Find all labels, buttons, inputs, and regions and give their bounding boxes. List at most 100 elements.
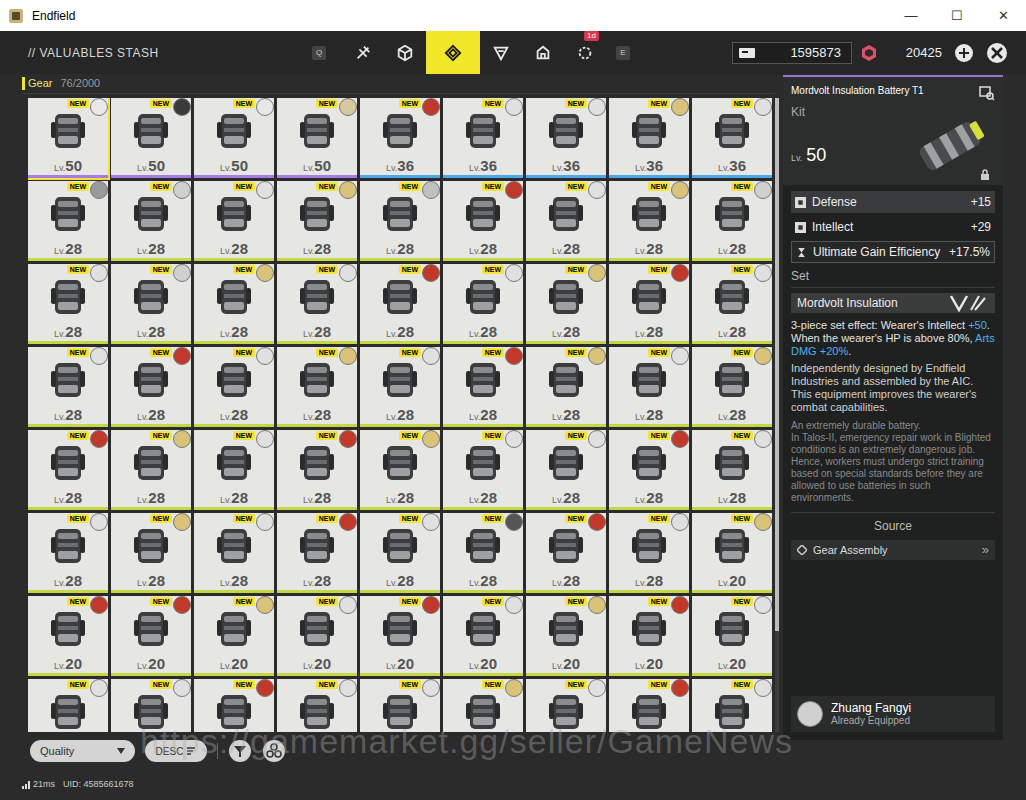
gear-item[interactable]: NEWLv.50 — [28, 98, 108, 178]
gear-item[interactable]: NEWLv.28 — [526, 513, 606, 593]
gear-item[interactable]: NEWLv.28 — [111, 513, 191, 593]
gear-item[interactable]: NEWLv.36 — [360, 98, 440, 178]
gear-item[interactable]: NEWLv.28 — [443, 430, 523, 510]
gear-item[interactable]: NEWLv.36 — [526, 98, 606, 178]
gear-item[interactable]: NEWLv.28 — [360, 264, 440, 344]
gear-item[interactable]: NEWLv.28 — [194, 181, 274, 261]
gear-item[interactable]: NEWLv.28 — [360, 347, 440, 427]
gear-item[interactable]: NEWLv.28 — [28, 513, 108, 593]
gear-item[interactable]: NEWLv.20 — [609, 596, 689, 676]
gear-item[interactable]: NEWLv.28 — [111, 430, 191, 510]
gear-item[interactable]: NEWLv.28 — [443, 181, 523, 261]
gear-item[interactable]: NEWLv.28 — [609, 430, 689, 510]
gear-item[interactable]: NEWLv.20 — [526, 596, 606, 676]
new-badge: NEW — [150, 597, 172, 606]
gear-item[interactable]: NEWLv.20 — [443, 596, 523, 676]
gear-item[interactable]: NEWLv.28 — [609, 264, 689, 344]
order-button[interactable]: DESC — [145, 740, 207, 762]
category-tab[interactable] — [522, 31, 564, 74]
gear-item[interactable]: NEWLv.28 — [28, 430, 108, 510]
gear-item[interactable]: NEW — [360, 679, 440, 732]
window-control[interactable]: ☐ — [934, 0, 980, 31]
gear-item[interactable]: NEWLv.28 — [28, 264, 108, 344]
rarity-stripe — [692, 507, 772, 510]
gear-item[interactable]: NEWLv.28 — [609, 347, 689, 427]
gear-item[interactable]: NEWLv.28 — [111, 181, 191, 261]
gear-item[interactable]: NEWLv.28 — [277, 513, 357, 593]
gear-item[interactable]: NEWLv.28 — [526, 264, 606, 344]
gear-item[interactable]: NEWLv.50 — [194, 98, 274, 178]
gear-item[interactable]: NEW — [609, 679, 689, 732]
gear-item[interactable]: NEWLv.20 — [692, 513, 772, 593]
gear-icon — [375, 189, 425, 239]
character-avatar — [754, 264, 772, 282]
gear-item[interactable]: NEW — [692, 679, 772, 732]
gear-item[interactable]: NEWLv.36 — [443, 98, 523, 178]
gear-item[interactable]: NEWLv.28 — [194, 264, 274, 344]
gear-item[interactable]: NEWLv.28 — [692, 430, 772, 510]
filter-icon[interactable] — [228, 739, 252, 763]
item-level: Lv.28 — [609, 241, 689, 257]
gear-item[interactable]: NEWLv.28 — [692, 264, 772, 344]
gear-item[interactable]: NEWLv.28 — [194, 430, 274, 510]
gear-item[interactable]: NEWLv.28 — [609, 513, 689, 593]
recycle-icon[interactable] — [262, 739, 286, 763]
gear-item[interactable]: NEWLv.28 — [526, 347, 606, 427]
gear-item[interactable]: NEW — [526, 679, 606, 732]
category-tab[interactable] — [384, 31, 426, 74]
gear-item[interactable]: NEWLv.28 — [277, 264, 357, 344]
gear-item[interactable]: NEW — [194, 679, 274, 732]
close-icon[interactable] — [986, 42, 1008, 64]
gear-item[interactable]: NEWLv.28 — [111, 264, 191, 344]
gear-item[interactable]: NEWLv.28 — [194, 347, 274, 427]
gear-item[interactable]: NEWLv.28 — [526, 430, 606, 510]
sort-dropdown[interactable]: Quality — [30, 740, 135, 762]
item-image — [126, 272, 176, 322]
gear-item[interactable]: NEW — [28, 679, 108, 732]
gear-item[interactable]: NEWLv.28 — [277, 347, 357, 427]
item-image — [292, 687, 342, 732]
gear-item[interactable]: NEWLv.20 — [28, 596, 108, 676]
equipped-card[interactable]: Zhuang FangyiAlready Equipped — [791, 696, 995, 732]
inspect-icon[interactable] — [979, 85, 995, 101]
category-tab[interactable]: 1d — [564, 31, 606, 74]
category-tab[interactable] — [426, 31, 480, 74]
gear-item[interactable]: NEWLv.28 — [360, 430, 440, 510]
gear-item[interactable]: NEWLv.28 — [526, 181, 606, 261]
gear-item[interactable]: NEWLv.20 — [692, 596, 772, 676]
gear-item[interactable]: NEWLv.28 — [277, 181, 357, 261]
gear-item[interactable]: NEWLv.28 — [609, 181, 689, 261]
gear-item[interactable]: NEWLv.50 — [277, 98, 357, 178]
gear-item[interactable]: NEWLv.28 — [443, 347, 523, 427]
gear-item[interactable]: NEWLv.28 — [28, 347, 108, 427]
window-control[interactable]: — — [888, 0, 934, 31]
gear-item[interactable]: NEWLv.20 — [277, 596, 357, 676]
gear-item[interactable]: NEW — [443, 679, 523, 732]
category-tab[interactable] — [480, 31, 522, 74]
set-name[interactable]: Mordvolt Insulation — [791, 293, 995, 313]
gear-item[interactable]: NEWLv.36 — [609, 98, 689, 178]
add-icon[interactable] — [954, 43, 974, 63]
gear-item[interactable]: NEWLv.20 — [194, 596, 274, 676]
gear-item[interactable]: NEWLv.36 — [692, 98, 772, 178]
gear-item[interactable]: NEWLv.28 — [360, 181, 440, 261]
category-tab[interactable] — [342, 31, 384, 74]
lock-icon[interactable] — [979, 169, 991, 181]
gear-item[interactable]: NEWLv.28 — [277, 430, 357, 510]
gear-item[interactable]: NEWLv.28 — [28, 181, 108, 261]
gear-item[interactable]: NEWLv.28 — [194, 513, 274, 593]
source-item[interactable]: Gear Assembly» — [791, 540, 995, 560]
scrollbar[interactable] — [775, 98, 779, 732]
gear-item[interactable]: NEWLv.28 — [443, 264, 523, 344]
gear-item[interactable]: NEWLv.20 — [360, 596, 440, 676]
gear-item[interactable]: NEWLv.28 — [692, 181, 772, 261]
gear-item[interactable]: NEWLv.50 — [111, 98, 191, 178]
gear-item[interactable]: NEWLv.28 — [692, 347, 772, 427]
window-control[interactable]: ✕ — [980, 0, 1026, 31]
gear-item[interactable]: NEWLv.20 — [111, 596, 191, 676]
gear-item[interactable]: NEWLv.28 — [360, 513, 440, 593]
gear-item[interactable]: NEWLv.28 — [111, 347, 191, 427]
gear-item[interactable]: NEW — [111, 679, 191, 732]
gear-item[interactable]: NEWLv.28 — [443, 513, 523, 593]
gear-item[interactable]: NEW — [277, 679, 357, 732]
